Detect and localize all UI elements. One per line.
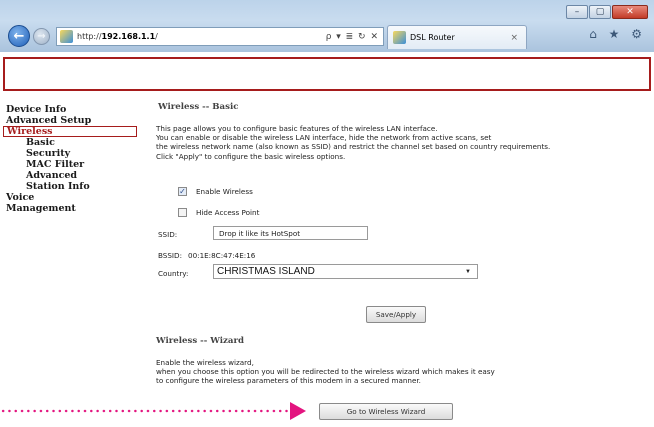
- enable-wireless-label: Enable Wireless: [196, 187, 253, 196]
- address-bar[interactable]: http://192.168.1.1/ ρ ▾ ≣ ↻ ✕: [56, 27, 384, 46]
- bssid-label: BSSID:: [158, 251, 183, 260]
- basic-intro-line: You can enable or disable the wireless L…: [156, 133, 492, 143]
- sidebar-item-management[interactable]: Management: [3, 203, 139, 214]
- window-controls: – ▢ ✕: [565, 5, 648, 19]
- sidebar-item-device-info[interactable]: Device Info: [3, 104, 139, 115]
- browser-toolbar-icons[interactable]: ⌂ ★ ⚙: [589, 27, 646, 41]
- browser-titlebar: – ▢ ✕ ← → http://192.168.1.1/ ρ ▾ ≣ ↻ ✕ …: [0, 0, 654, 52]
- tab-title: DSL Router: [410, 33, 455, 42]
- wizard-section-title: Wireless -- Wizard: [156, 336, 245, 346]
- back-button[interactable]: ←: [8, 25, 30, 47]
- hide-access-point-checkbox[interactable]: [178, 208, 187, 217]
- basic-intro: This page allows you to configure basic …: [156, 124, 550, 161]
- sidebar-item-wireless[interactable]: Wireless: [3, 126, 137, 137]
- sidebar-item-voice[interactable]: Voice: [3, 192, 139, 203]
- tab-close-icon[interactable]: ×: [510, 33, 526, 43]
- enable-wireless-checkbox[interactable]: ✓: [178, 187, 187, 196]
- basic-section-title: Wireless -- Basic: [158, 102, 239, 112]
- save-apply-button[interactable]: Save/Apply: [366, 306, 426, 323]
- country-label: Country:: [158, 269, 189, 278]
- forward-button[interactable]: →: [33, 28, 50, 45]
- basic-intro-line: Click "Apply" to configure the basic wir…: [156, 151, 346, 161]
- basic-intro-line: This page allows you to configure basic …: [156, 124, 438, 133]
- hide-access-point-row: Hide Access Point: [178, 208, 259, 217]
- wizard-intro-line: when you choose this option you will be …: [156, 367, 495, 377]
- tab-favicon-icon: [393, 31, 406, 44]
- annotation-dotted-line: [0, 409, 290, 413]
- bssid-value: 00:1E:8C:47:4E:16: [188, 251, 256, 260]
- router-banner: [3, 57, 651, 91]
- minimize-button[interactable]: –: [566, 5, 588, 19]
- sidebar-item-advanced[interactable]: Advanced: [3, 170, 139, 181]
- sidebar-item-station-info[interactable]: Station Info: [3, 181, 139, 192]
- close-window-button[interactable]: ✕: [612, 5, 648, 19]
- address-url[interactable]: http://192.168.1.1/: [77, 32, 326, 41]
- main-content: Wireless -- Basic This page allows you t…: [156, 100, 651, 427]
- sidebar-item-advanced-setup[interactable]: Advanced Setup: [3, 115, 139, 126]
- sidebar-item-mac-filter[interactable]: MAC Filter: [3, 159, 139, 170]
- ssid-input[interactable]: [213, 226, 368, 240]
- basic-intro-line: the wireless network name (also known as…: [156, 142, 551, 152]
- go-to-wireless-wizard-button[interactable]: Go to Wireless Wizard: [319, 403, 453, 420]
- country-select[interactable]: CHRISTMAS ISLAND ▼: [213, 264, 478, 279]
- sidebar-item-security[interactable]: Security: [3, 148, 139, 159]
- chevron-down-icon[interactable]: ▼: [465, 269, 477, 275]
- sidebar-menu: Device Info Advanced Setup Wireless Basi…: [3, 104, 139, 214]
- annotation-arrow-icon: [290, 402, 306, 420]
- page-favicon-icon: [60, 30, 73, 43]
- country-selected-value: CHRISTMAS ISLAND: [217, 266, 315, 277]
- enable-wireless-row: ✓ Enable Wireless: [178, 187, 253, 196]
- sidebar-item-basic[interactable]: Basic: [3, 137, 139, 148]
- wizard-intro-line: to configure the wireless parameters of …: [156, 376, 421, 386]
- maximize-button[interactable]: ▢: [589, 5, 611, 19]
- wizard-intro: Enable the wireless wizard, when you cho…: [156, 358, 495, 386]
- hide-access-point-label: Hide Access Point: [196, 208, 260, 217]
- ssid-label: SSID:: [158, 230, 178, 239]
- wizard-intro-line: Enable the wireless wizard,: [156, 358, 254, 367]
- address-bar-icons[interactable]: ρ ▾ ≣ ↻ ✕: [326, 32, 383, 42]
- browser-tab[interactable]: DSL Router ×: [387, 25, 527, 49]
